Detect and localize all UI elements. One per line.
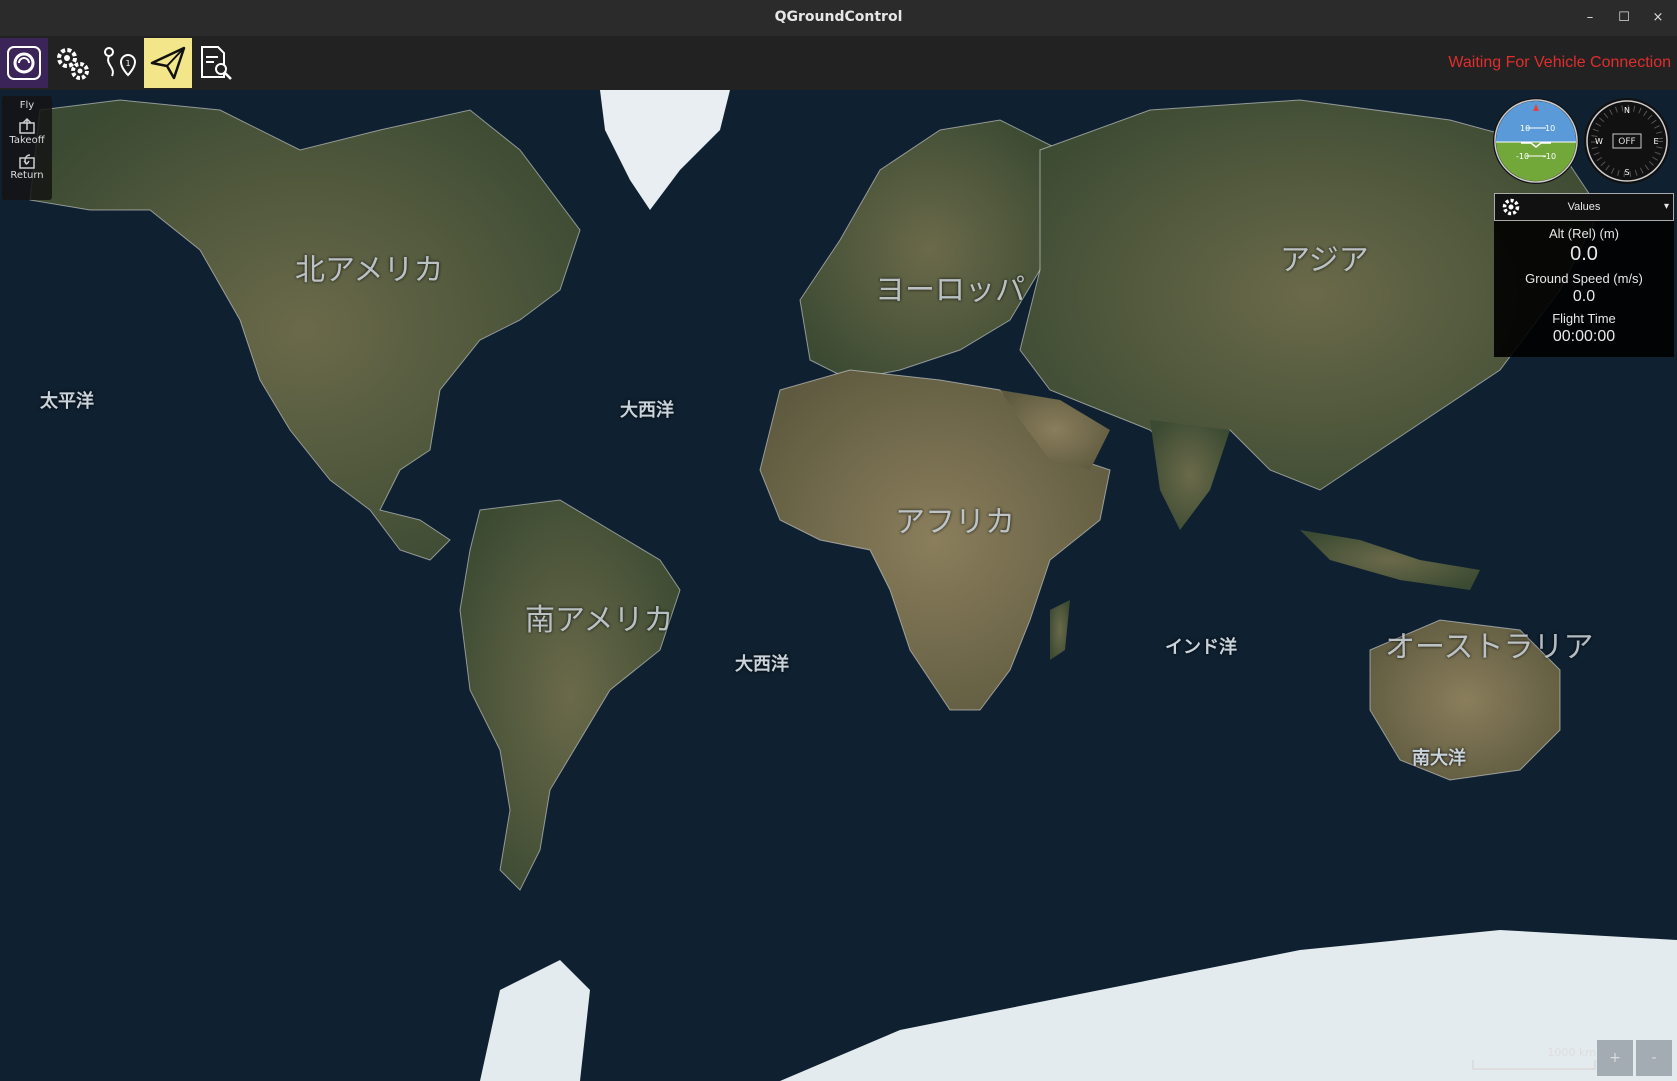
main-toolbar: 1 Waiting For Vehicle Connection <box>0 36 1677 90</box>
qgc-logo-icon <box>7 46 41 80</box>
connection-status: Waiting For Vehicle Connection <box>1448 54 1671 71</box>
takeoff-label: Takeoff <box>9 135 45 146</box>
svg-text:-10: -10 <box>1543 152 1556 161</box>
attitude-indicator: 10 10 -10 -10 <box>1496 101 1576 181</box>
svg-text:S: S <box>1624 168 1629 177</box>
analyze-document-icon <box>201 46 232 80</box>
fly-tools-panel: Fly Takeoff Return <box>2 96 52 200</box>
window-titlebar: QGroundControl – ☐ × <box>0 0 1677 36</box>
takeoff-button[interactable]: Takeoff <box>2 117 52 146</box>
svg-text:1: 1 <box>125 59 130 68</box>
scale-bar <box>1472 1060 1596 1070</box>
return-icon <box>19 154 35 169</box>
settings-button[interactable] <box>48 38 96 88</box>
qgc-logo-button[interactable] <box>0 38 48 88</box>
label-south-america: 南アメリカ <box>525 603 674 638</box>
values-header-label: Values <box>1567 201 1601 213</box>
zoom-out-button[interactable]: - <box>1636 1040 1672 1076</box>
svg-text:10: 10 <box>1520 124 1530 133</box>
flight-time-label: Flight Time <box>1552 311 1616 326</box>
label-atlantic-south: 大西洋 <box>735 654 789 675</box>
attitude-compass-widget: 10 10 -10 -10 N E S W OFF <box>1493 98 1670 184</box>
svg-text:N: N <box>1624 106 1630 115</box>
instrument-panel: 10 10 -10 -10 N E S W OFF <box>1493 96 1673 186</box>
close-button[interactable]: × <box>1646 6 1670 30</box>
alt-value: 0.0 <box>1570 243 1598 265</box>
svg-text:W: W <box>1595 137 1603 146</box>
zoom-in-button[interactable]: + <box>1597 1040 1633 1076</box>
analyze-button[interactable] <box>192 38 240 88</box>
alt-label: Alt (Rel) (m) <box>1548 226 1620 241</box>
label-africa: アフリカ <box>895 505 1015 540</box>
window-title: QGroundControl <box>774 9 903 25</box>
label-southern-ocean: 南大洋 <box>1412 748 1466 769</box>
fly-button[interactable] <box>144 38 192 88</box>
label-atlantic-north: 大西洋 <box>620 400 674 421</box>
ground-speed-value: 0.0 <box>1572 288 1596 305</box>
label-asia: アジア <box>1280 243 1369 278</box>
compass-indicator: N E S W OFF <box>1584 98 1670 184</box>
world-map-canvas <box>0 90 1677 1081</box>
flight-time-value: 00:00:00 <box>1552 328 1616 345</box>
maximize-button[interactable]: ☐ <box>1612 6 1636 30</box>
label-pacific-ocean: 太平洋 <box>40 391 94 412</box>
satellite-map[interactable]: 北アメリカ ヨーロッパ アジア アフリカ 南アメリカ オーストラリア 太平洋 大… <box>0 90 1677 1081</box>
values-selector[interactable]: Values ▾ <box>1494 193 1674 221</box>
scale-label: 1000 km <box>1547 1046 1596 1059</box>
label-australia: オーストラリア <box>1385 630 1594 665</box>
svg-text:10: 10 <box>1545 124 1555 133</box>
fly-tools-header: Fly <box>19 100 35 111</box>
return-button[interactable]: Return <box>2 152 52 181</box>
svg-text:E: E <box>1653 137 1658 146</box>
minimize-button[interactable]: – <box>1578 6 1602 30</box>
chevron-down-icon[interactable]: ▾ <box>1664 194 1669 220</box>
return-label: Return <box>10 170 44 181</box>
settings-gears-icon <box>57 48 89 80</box>
plan-button[interactable]: 1 <box>96 38 144 88</box>
plan-route-icon: 1 <box>104 47 137 77</box>
svg-text:OFF: OFF <box>1618 137 1635 147</box>
takeoff-icon <box>19 117 35 134</box>
fly-paper-plane-icon <box>150 46 186 80</box>
label-north-america: 北アメリカ <box>295 253 444 288</box>
ground-speed-label: Ground Speed (m/s) <box>1525 271 1643 286</box>
label-europe: ヨーロッパ <box>875 273 1025 308</box>
gear-icon[interactable] <box>1501 197 1521 217</box>
values-panel: Values ▾ Alt (Rel) (m) 0.0 Ground Speed … <box>1494 193 1674 357</box>
svg-text:-10: -10 <box>1516 152 1529 161</box>
label-indian-ocean: インド洋 <box>1165 637 1237 658</box>
